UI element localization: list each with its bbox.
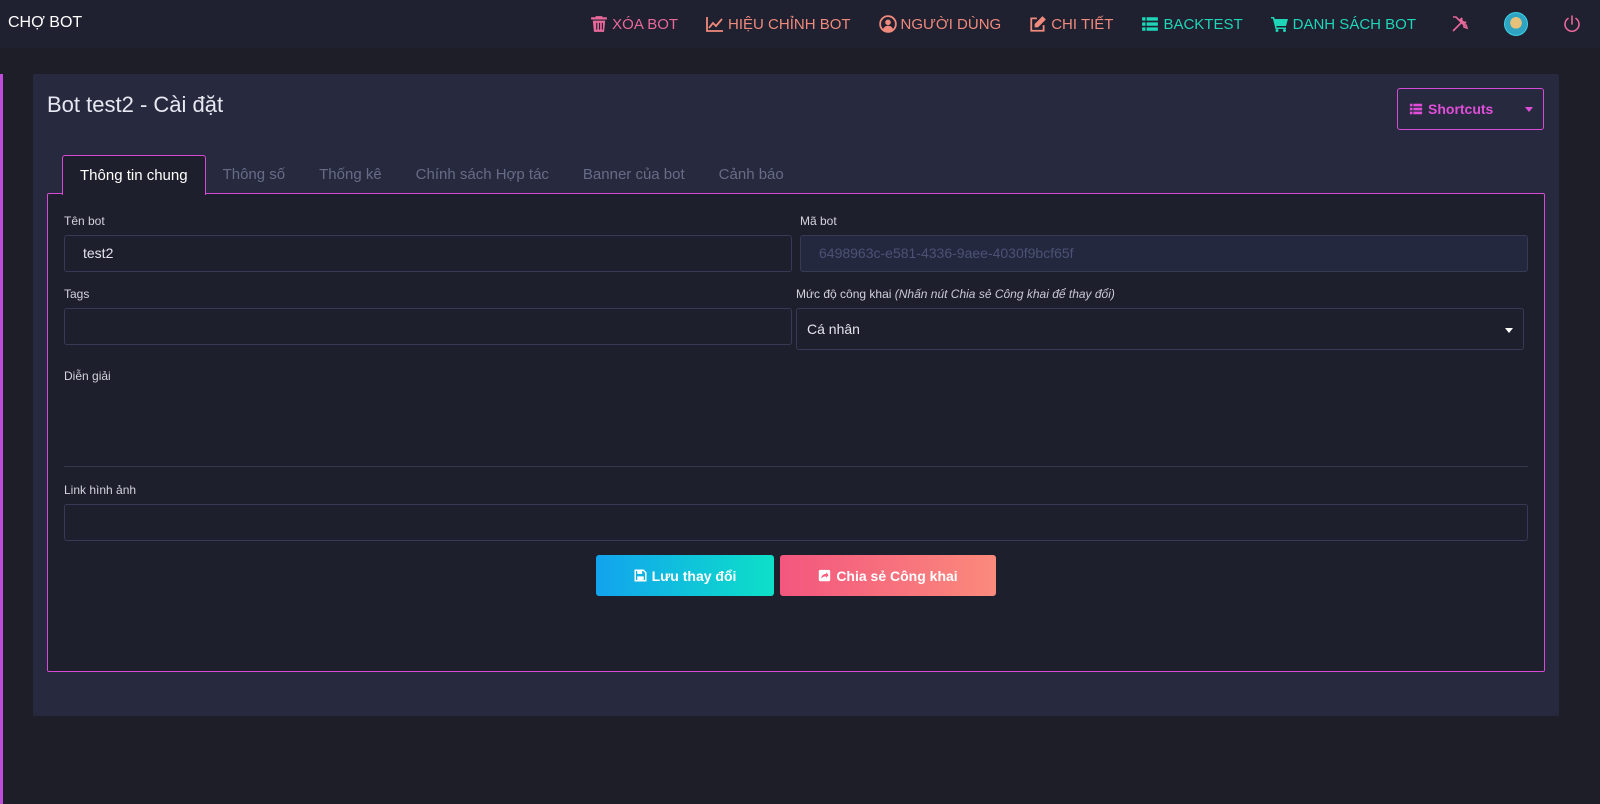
description-divider: [64, 466, 1528, 467]
delete-bot-label: XÓA BOT: [612, 15, 679, 33]
general-info-panel: Tên bot test2 Mã bot 6498963c-e581-4336-…: [47, 193, 1545, 672]
visibility-hint: (Nhấn nút Chia sẻ Công khai để thay đổi): [894, 287, 1115, 301]
caret-down-icon: [1505, 328, 1513, 333]
tags-label: Tags: [64, 287, 90, 301]
edit-bot-link[interactable]: HIỆU CHỈNH BOT: [706, 15, 851, 33]
bot-code-label: Mã bot: [800, 214, 837, 228]
tools-button[interactable]: [1450, 14, 1470, 34]
tab-general-info[interactable]: Thông tin chung: [62, 155, 206, 195]
tab-parameters[interactable]: Thông số: [206, 155, 303, 194]
backtest-label: BACKTEST: [1163, 15, 1243, 33]
bot-name-label: Tên bot: [64, 214, 105, 228]
shortcuts-dropdown[interactable]: Shortcuts: [1397, 88, 1544, 130]
delete-bot-link[interactable]: XÓA BOT: [590, 15, 678, 33]
share-icon: [819, 569, 831, 582]
image-link-input[interactable]: [64, 504, 1528, 541]
list-icon: [1142, 17, 1159, 31]
tab-bot-banner[interactable]: Banner của bot: [566, 155, 702, 194]
edit-icon: [1030, 16, 1047, 32]
bot-name-input[interactable]: test2: [64, 235, 792, 272]
description-editor[interactable]: [64, 386, 1528, 465]
logout-button[interactable]: [1562, 14, 1582, 34]
list-icon: [1409, 103, 1423, 115]
save-icon: [634, 569, 647, 582]
top-navbar: CHỢ BOT XÓA BOT HIỆU CHỈNH BOT NGƯỜI DÙN…: [0, 0, 1600, 48]
page-title: Bot test2 - Cài đặt: [47, 92, 224, 117]
bot-list-link[interactable]: DANH SÁCH BOT: [1270, 15, 1416, 33]
details-label: CHI TIẾT: [1051, 15, 1114, 33]
avatar: [1504, 12, 1528, 36]
user-circle-icon: [878, 15, 897, 33]
tab-statistics[interactable]: Thống kê: [302, 155, 399, 194]
users-link[interactable]: NGƯỜI DÙNG: [878, 15, 1002, 33]
description-label: Diễn giải: [64, 369, 111, 383]
edit-bot-label: HIỆU CHỈNH BOT: [728, 15, 851, 33]
users-label: NGƯỜI DÙNG: [900, 15, 1002, 33]
nav-menu: XÓA BOT HIỆU CHỈNH BOT NGƯỜI DÙNG CHI TI…: [562, 10, 1582, 38]
visibility-select[interactable]: Cá nhân: [796, 308, 1524, 350]
share-public-label: Chia sẻ Công khai: [836, 567, 958, 584]
shortcuts-label: Shortcuts: [1428, 101, 1494, 117]
trash-icon: [591, 16, 608, 32]
chart-line-icon: [706, 17, 724, 32]
left-accent-bar: [0, 74, 3, 804]
tools-icon: [1452, 16, 1469, 32]
power-icon: [1564, 15, 1580, 32]
tab-alerts[interactable]: Cảnh báo: [702, 155, 801, 194]
bot-code-input: 6498963c-e581-4336-9aee-4030f9bcf65f: [800, 235, 1528, 272]
visibility-label: Mức độ công khai (Nhấn nút Chia sẻ Công …: [796, 287, 1115, 301]
brand-logo[interactable]: CHỢ BOT: [8, 14, 82, 32]
backtest-link[interactable]: BACKTEST: [1141, 15, 1243, 33]
tab-cooperation-policy[interactable]: Chính sách Hợp tác: [399, 155, 566, 194]
image-link-label: Link hình ảnh: [64, 483, 137, 497]
tags-input[interactable]: [64, 308, 792, 345]
save-changes-label: Lưu thay đổi: [651, 567, 737, 584]
visibility-label-text: Mức độ công khai: [796, 287, 892, 301]
cart-icon: [1270, 17, 1288, 32]
details-link[interactable]: CHI TIẾT: [1029, 15, 1113, 33]
caret-down-icon: [1525, 107, 1533, 112]
share-public-button[interactable]: Chia sẻ Công khai: [780, 555, 996, 596]
visibility-selected-value: Cá nhân: [807, 321, 860, 337]
bot-list-label: DANH SÁCH BOT: [1292, 15, 1416, 33]
avatar-button[interactable]: [1504, 12, 1528, 36]
save-changes-button[interactable]: Lưu thay đổi: [596, 555, 774, 596]
settings-tabs: Thông tin chung Thông số Thống kê Chính …: [62, 155, 801, 195]
settings-card: Bot test2 - Cài đặt Shortcuts Thông tin …: [33, 74, 1559, 716]
